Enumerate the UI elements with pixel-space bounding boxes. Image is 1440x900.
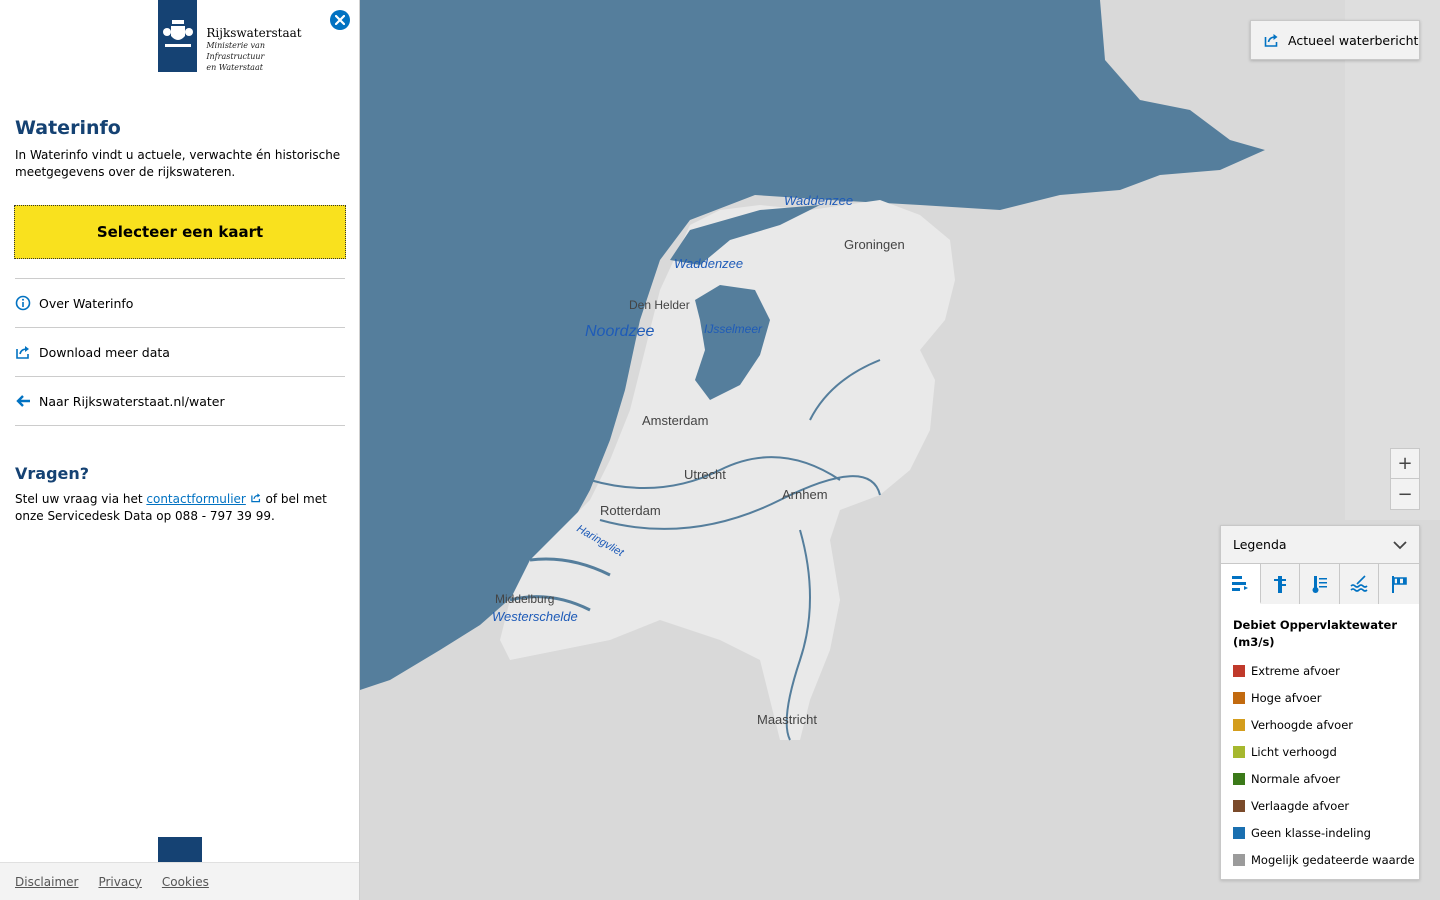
questions-title: Vragen? xyxy=(15,464,90,483)
legend-header[interactable]: Legenda xyxy=(1221,526,1419,564)
arrow-left-icon xyxy=(15,393,39,409)
map-label-maastricht: Maastricht xyxy=(757,712,817,727)
close-sidebar-button[interactable] xyxy=(330,10,350,30)
cookies-link[interactable]: Cookies xyxy=(162,875,209,889)
map-label-den-helder: Den Helder xyxy=(629,298,690,312)
zoom-in-button[interactable]: + xyxy=(1391,449,1419,479)
legend-swatch xyxy=(1233,691,1245,704)
legend-item-label: Normale afvoer xyxy=(1251,771,1341,786)
legend-swatch xyxy=(1233,826,1245,839)
legend-swatch xyxy=(1233,664,1245,677)
zoom-out-button[interactable]: − xyxy=(1391,479,1419,509)
disclaimer-link[interactable]: Disclaimer xyxy=(15,875,78,889)
legend-item: Extreme afvoer xyxy=(1221,657,1419,684)
nav-item-label: Over Waterinfo xyxy=(39,295,134,311)
logo-title: Rijkswaterstaat xyxy=(206,26,302,40)
external-link-icon xyxy=(250,493,260,503)
nav-item-download[interactable]: Download meer data xyxy=(15,328,345,377)
legend-swatch xyxy=(1233,718,1245,731)
water-level-icon xyxy=(1273,576,1286,593)
map-label-waddenzee-1: Waddenzee xyxy=(784,193,854,208)
zoom-control: + − xyxy=(1390,448,1420,510)
wind-flag-icon xyxy=(1392,576,1408,593)
legend-swatch xyxy=(1233,772,1245,785)
privacy-link[interactable]: Privacy xyxy=(98,875,141,889)
sidebar-nav: Over Waterinfo Download meer data Naar R… xyxy=(15,278,345,426)
sidebar: Rijkswaterstaat Ministerie van Infrastru… xyxy=(0,0,360,900)
discharge-icon xyxy=(1232,576,1249,591)
waves-icon xyxy=(1350,575,1368,592)
map-label-amsterdam: Amsterdam xyxy=(642,413,709,428)
logo-subtitle-2: en Waterstaat xyxy=(206,63,263,72)
legend-item: Geen klasse-indeling xyxy=(1221,819,1419,846)
legend-swatch xyxy=(1233,745,1245,758)
legend-item: Normale afvoer xyxy=(1221,765,1419,792)
info-icon xyxy=(15,295,39,311)
page-title: Waterinfo xyxy=(15,117,121,139)
legend-swatch xyxy=(1233,799,1245,812)
questions-text-before: Stel uw vraag via het xyxy=(15,492,147,506)
nav-item-over-waterinfo[interactable]: Over Waterinfo xyxy=(15,279,345,328)
legend-item-label: Extreme afvoer xyxy=(1251,663,1340,678)
nav-item-label: Naar Rijkswaterstaat.nl/water xyxy=(39,393,225,409)
legend-panel: Legenda Debiet Oppervlaktewater (m3/s) E… xyxy=(1220,525,1420,880)
legend-swatch xyxy=(1233,853,1245,866)
legend-tabs xyxy=(1221,564,1420,604)
footer: Disclaimer Privacy Cookies xyxy=(0,862,359,900)
legend-title: Debiet Oppervlaktewater (m3/s) xyxy=(1233,618,1398,649)
legend-item: Hoge afvoer xyxy=(1221,684,1419,711)
map-label-rotterdam: Rotterdam xyxy=(600,503,661,518)
chevron-down-icon xyxy=(1393,540,1407,549)
export-icon xyxy=(1264,34,1278,47)
map-label-noordzee: Noordzee xyxy=(585,323,655,340)
map-label-westerschelde: Westerschelde xyxy=(492,609,578,624)
legend-header-label: Legenda xyxy=(1233,537,1287,552)
map-label-waddenzee-2: Waddenzee xyxy=(674,256,744,271)
legend-item: Licht verhoogd xyxy=(1221,738,1419,765)
legend-item-label: Licht verhoogd xyxy=(1251,744,1337,759)
legend-item: Verlaagde afvoer xyxy=(1221,792,1419,819)
legend-item: Mogelijk gedateerde waarde xyxy=(1221,846,1419,873)
temperature-icon xyxy=(1312,576,1327,593)
legend-item-label: Geen klasse-indeling xyxy=(1251,825,1371,840)
coat-of-arms-icon xyxy=(158,0,198,72)
select-map-button[interactable]: Selecteer een kaart xyxy=(14,205,346,259)
map-label-ijsselmeer: IJsselmeer xyxy=(704,322,763,336)
legend-item-label: Verlaagde afvoer xyxy=(1251,798,1350,813)
legend-items: Extreme afvoer Hoge afvoer Verhoogde afvoe… xyxy=(1221,657,1419,873)
legend-item-label: Verhoogde afvoer xyxy=(1251,717,1354,732)
logo-subtitle-1: Ministerie van Infrastructuur xyxy=(206,41,265,61)
close-icon xyxy=(335,15,345,25)
map-label-middelburg: Middelburg xyxy=(495,592,555,606)
legend-tab-discharge[interactable] xyxy=(1221,564,1261,604)
legend-item-label: Hoge afvoer xyxy=(1251,690,1322,705)
legend-tab-temperature[interactable] xyxy=(1300,564,1340,604)
intro-text: In Waterinfo vindt u actuele, verwachte … xyxy=(15,148,341,179)
map-label-utrecht: Utrecht xyxy=(684,467,726,482)
actueel-waterbericht-button[interactable]: Actueel waterbericht xyxy=(1250,20,1420,60)
legend-item-label: Mogelijk gedateerde waarde xyxy=(1251,852,1415,867)
legend-tab-waves[interactable] xyxy=(1339,564,1380,604)
nav-item-label: Download meer data xyxy=(39,344,170,360)
export-icon xyxy=(15,344,39,360)
actueel-waterbericht-label: Actueel waterbericht xyxy=(1288,32,1419,48)
rijkswaterstaat-logo[interactable]: Rijkswaterstaat Ministerie van Infrastru… xyxy=(158,0,318,72)
map-label-groningen: Groningen xyxy=(844,237,905,252)
map-label-arnhem: Arnhem xyxy=(782,487,828,502)
questions-text: Stel uw vraag via het contactformulier o… xyxy=(15,491,350,525)
nav-item-rijkswaterstaat[interactable]: Naar Rijkswaterstaat.nl/water xyxy=(15,377,345,426)
legend-tab-wind[interactable] xyxy=(1379,564,1420,604)
legend-item: Verhoogde afvoer xyxy=(1221,711,1419,738)
contact-form-link[interactable]: contactformulier xyxy=(146,492,245,506)
logo-bar-bottom xyxy=(158,837,202,863)
legend-tab-water-level[interactable] xyxy=(1260,564,1301,604)
